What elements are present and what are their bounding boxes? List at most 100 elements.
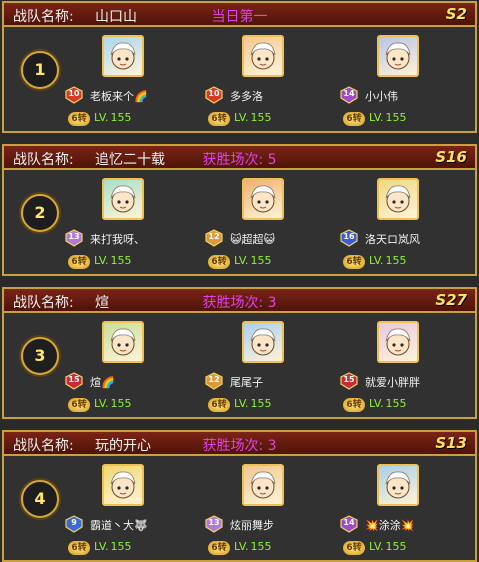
level-prefix: LV. — [94, 254, 109, 267]
team-member[interactable]: 10 老板来个🌈 6转 LV. 155 — [64, 27, 204, 131]
level-value: 155 — [385, 540, 407, 553]
rank-level-value: 15 — [68, 375, 80, 384]
avatar[interactable] — [377, 464, 419, 506]
avatar[interactable] — [242, 321, 284, 363]
member-name: 多多洛 — [230, 90, 263, 103]
avatar[interactable] — [377, 321, 419, 363]
member-name: 来打我呀、 — [90, 233, 145, 246]
level-value: 155 — [110, 540, 132, 553]
level-value: 155 — [385, 254, 407, 267]
team-member[interactable]: 9 霸道丶大🐺 6转 LV. 155 — [64, 456, 204, 560]
server-tag: S16 — [435, 148, 467, 166]
character-portrait-icon — [385, 471, 411, 499]
member-name: 老板来个🌈 — [90, 90, 148, 103]
member-level: LV. 155 — [369, 111, 407, 124]
reincarnation-badge: 6转 — [68, 398, 90, 412]
team-frame: 战队名称: 煊获胜场次: 3 S27 3 15 煊🌈 6转 LV. 155 12 尾尾子 6转 LV… — [2, 287, 477, 419]
avatar[interactable] — [102, 35, 144, 77]
level-value: 155 — [385, 397, 407, 410]
level-prefix: LV. — [234, 540, 249, 553]
level-value: 155 — [110, 111, 132, 124]
rank-level-value: 13 — [208, 518, 220, 527]
avatar[interactable] — [242, 35, 284, 77]
level-prefix: LV. — [369, 397, 384, 410]
character-portrait-icon — [385, 328, 411, 356]
character-portrait-icon — [250, 328, 276, 356]
level-value: 155 — [250, 254, 272, 267]
team-header: 战队名称: 煊获胜场次: 3 S27 — [4, 289, 475, 313]
rank-level-badge: 13 — [64, 229, 84, 247]
member-name: 😺超超😺 — [230, 233, 275, 246]
team-header: 战队名称: 追忆二十载 获胜场次: 5 S16 — [4, 146, 475, 170]
avatar[interactable] — [377, 178, 419, 220]
rank-level-badge: 16 — [339, 229, 359, 247]
avatar[interactable] — [242, 464, 284, 506]
server-tag: S13 — [435, 434, 467, 452]
avatar[interactable] — [242, 178, 284, 220]
rank-level-badge: 12 — [204, 372, 224, 390]
team-member[interactable]: 15 煊🌈 6转 LV. 155 — [64, 313, 204, 417]
reincarnation-badge: 6转 — [208, 541, 230, 555]
character-portrait-icon — [250, 185, 276, 213]
reincarnation-badge: 6转 — [343, 112, 365, 126]
rank-level-badge: 12 — [204, 229, 224, 247]
team-status: 获胜场次: 3 — [202, 438, 277, 454]
member-name: 炫丽舞步 — [230, 519, 274, 532]
character-portrait-icon — [110, 42, 136, 70]
level-prefix: LV. — [369, 540, 384, 553]
team-member[interactable]: 14 小小伟 6转 LV. 155 — [339, 27, 479, 131]
team-panel[interactable]: 战队名称: 玩的开心 获胜场次: 3 S13 4 9 霸道丶大🐺 6转 LV. 155 13 炫丽… — [2, 430, 477, 562]
team-member[interactable]: 14 💥涂涂💥 6转 LV. 155 — [339, 456, 479, 560]
avatar[interactable] — [102, 321, 144, 363]
rank-level-badge: 15 — [64, 372, 84, 390]
level-prefix: LV. — [369, 111, 384, 124]
rank-level-badge: 15 — [339, 372, 359, 390]
character-portrait-icon — [385, 42, 411, 70]
member-name: 💥涂涂💥 — [365, 519, 415, 532]
avatar[interactable] — [377, 35, 419, 77]
member-level: LV. 155 — [234, 397, 272, 410]
team-member[interactable]: 16 洛天ロ岚风 6转 LV. 155 — [339, 170, 479, 274]
team-member[interactable]: 13 炫丽舞步 6转 LV. 155 — [204, 456, 344, 560]
team-member[interactable]: 13 来打我呀、 6转 LV. 155 — [64, 170, 204, 274]
reincarnation-badge: 6转 — [208, 398, 230, 412]
team-member[interactable]: 15 就爱小胖胖 6转 LV. 155 — [339, 313, 479, 417]
team-header: 战队名称: 山口山 当日第一 S2 — [4, 3, 475, 27]
team-panel[interactable]: 战队名称: 追忆二十载 获胜场次: 5 S16 2 13 来打我呀、 6转 LV. 155 12… — [2, 144, 477, 276]
member-name: 煊🌈 — [90, 376, 115, 389]
reincarnation-badge: 6转 — [208, 255, 230, 269]
team-member[interactable]: 12 😺超超😺 6转 LV. 155 — [204, 170, 344, 274]
avatar[interactable] — [102, 464, 144, 506]
avatar[interactable] — [102, 178, 144, 220]
character-portrait-icon — [250, 42, 276, 70]
member-level: LV. 155 — [369, 397, 407, 410]
team-member[interactable]: 10 多多洛 6转 LV. 155 — [204, 27, 344, 131]
rank-level-badge: 10 — [204, 86, 224, 104]
team-frame: 战队名称: 玩的开心 获胜场次: 3 S13 4 9 霸道丶大🐺 6转 LV. 155 13 炫丽… — [2, 430, 477, 562]
rank-level-badge: 14 — [339, 86, 359, 104]
reincarnation-badge: 6转 — [208, 112, 230, 126]
level-prefix: LV. — [234, 254, 249, 267]
team-panel[interactable]: 战队名称: 山口山 当日第一 S2 1 10 老板来个🌈 6转 LV. 155 10 多多洛 6转 L… — [2, 1, 477, 133]
reincarnation-badge: 6转 — [68, 541, 90, 555]
level-prefix: LV. — [94, 540, 109, 553]
reincarnation-badge: 6转 — [343, 541, 365, 555]
member-name: 小小伟 — [365, 90, 398, 103]
member-level: LV. 155 — [369, 540, 407, 553]
level-value: 155 — [250, 111, 272, 124]
level-value: 155 — [110, 397, 132, 410]
reincarnation-badge: 6转 — [343, 398, 365, 412]
rank-level-value: 16 — [343, 232, 355, 241]
level-prefix: LV. — [234, 397, 249, 410]
team-panel[interactable]: 战队名称: 煊获胜场次: 3 S27 3 15 煊🌈 6转 LV. 155 12 尾尾子 6转 LV… — [2, 287, 477, 419]
rank-level-value: 15 — [343, 375, 355, 384]
team-frame: 战队名称: 追忆二十载 获胜场次: 5 S16 2 13 来打我呀、 6转 LV. 155 12… — [2, 144, 477, 276]
team-member[interactable]: 12 尾尾子 6转 LV. 155 — [204, 313, 344, 417]
rank-level-value: 10 — [208, 89, 220, 98]
member-level: LV. 155 — [94, 111, 132, 124]
member-name: 就爱小胖胖 — [365, 376, 420, 389]
team-header: 战队名称: 玩的开心 获胜场次: 3 S13 — [4, 432, 475, 456]
member-level: LV. 155 — [94, 540, 132, 553]
level-value: 155 — [250, 397, 272, 410]
rank-badge: 1 — [21, 51, 59, 89]
